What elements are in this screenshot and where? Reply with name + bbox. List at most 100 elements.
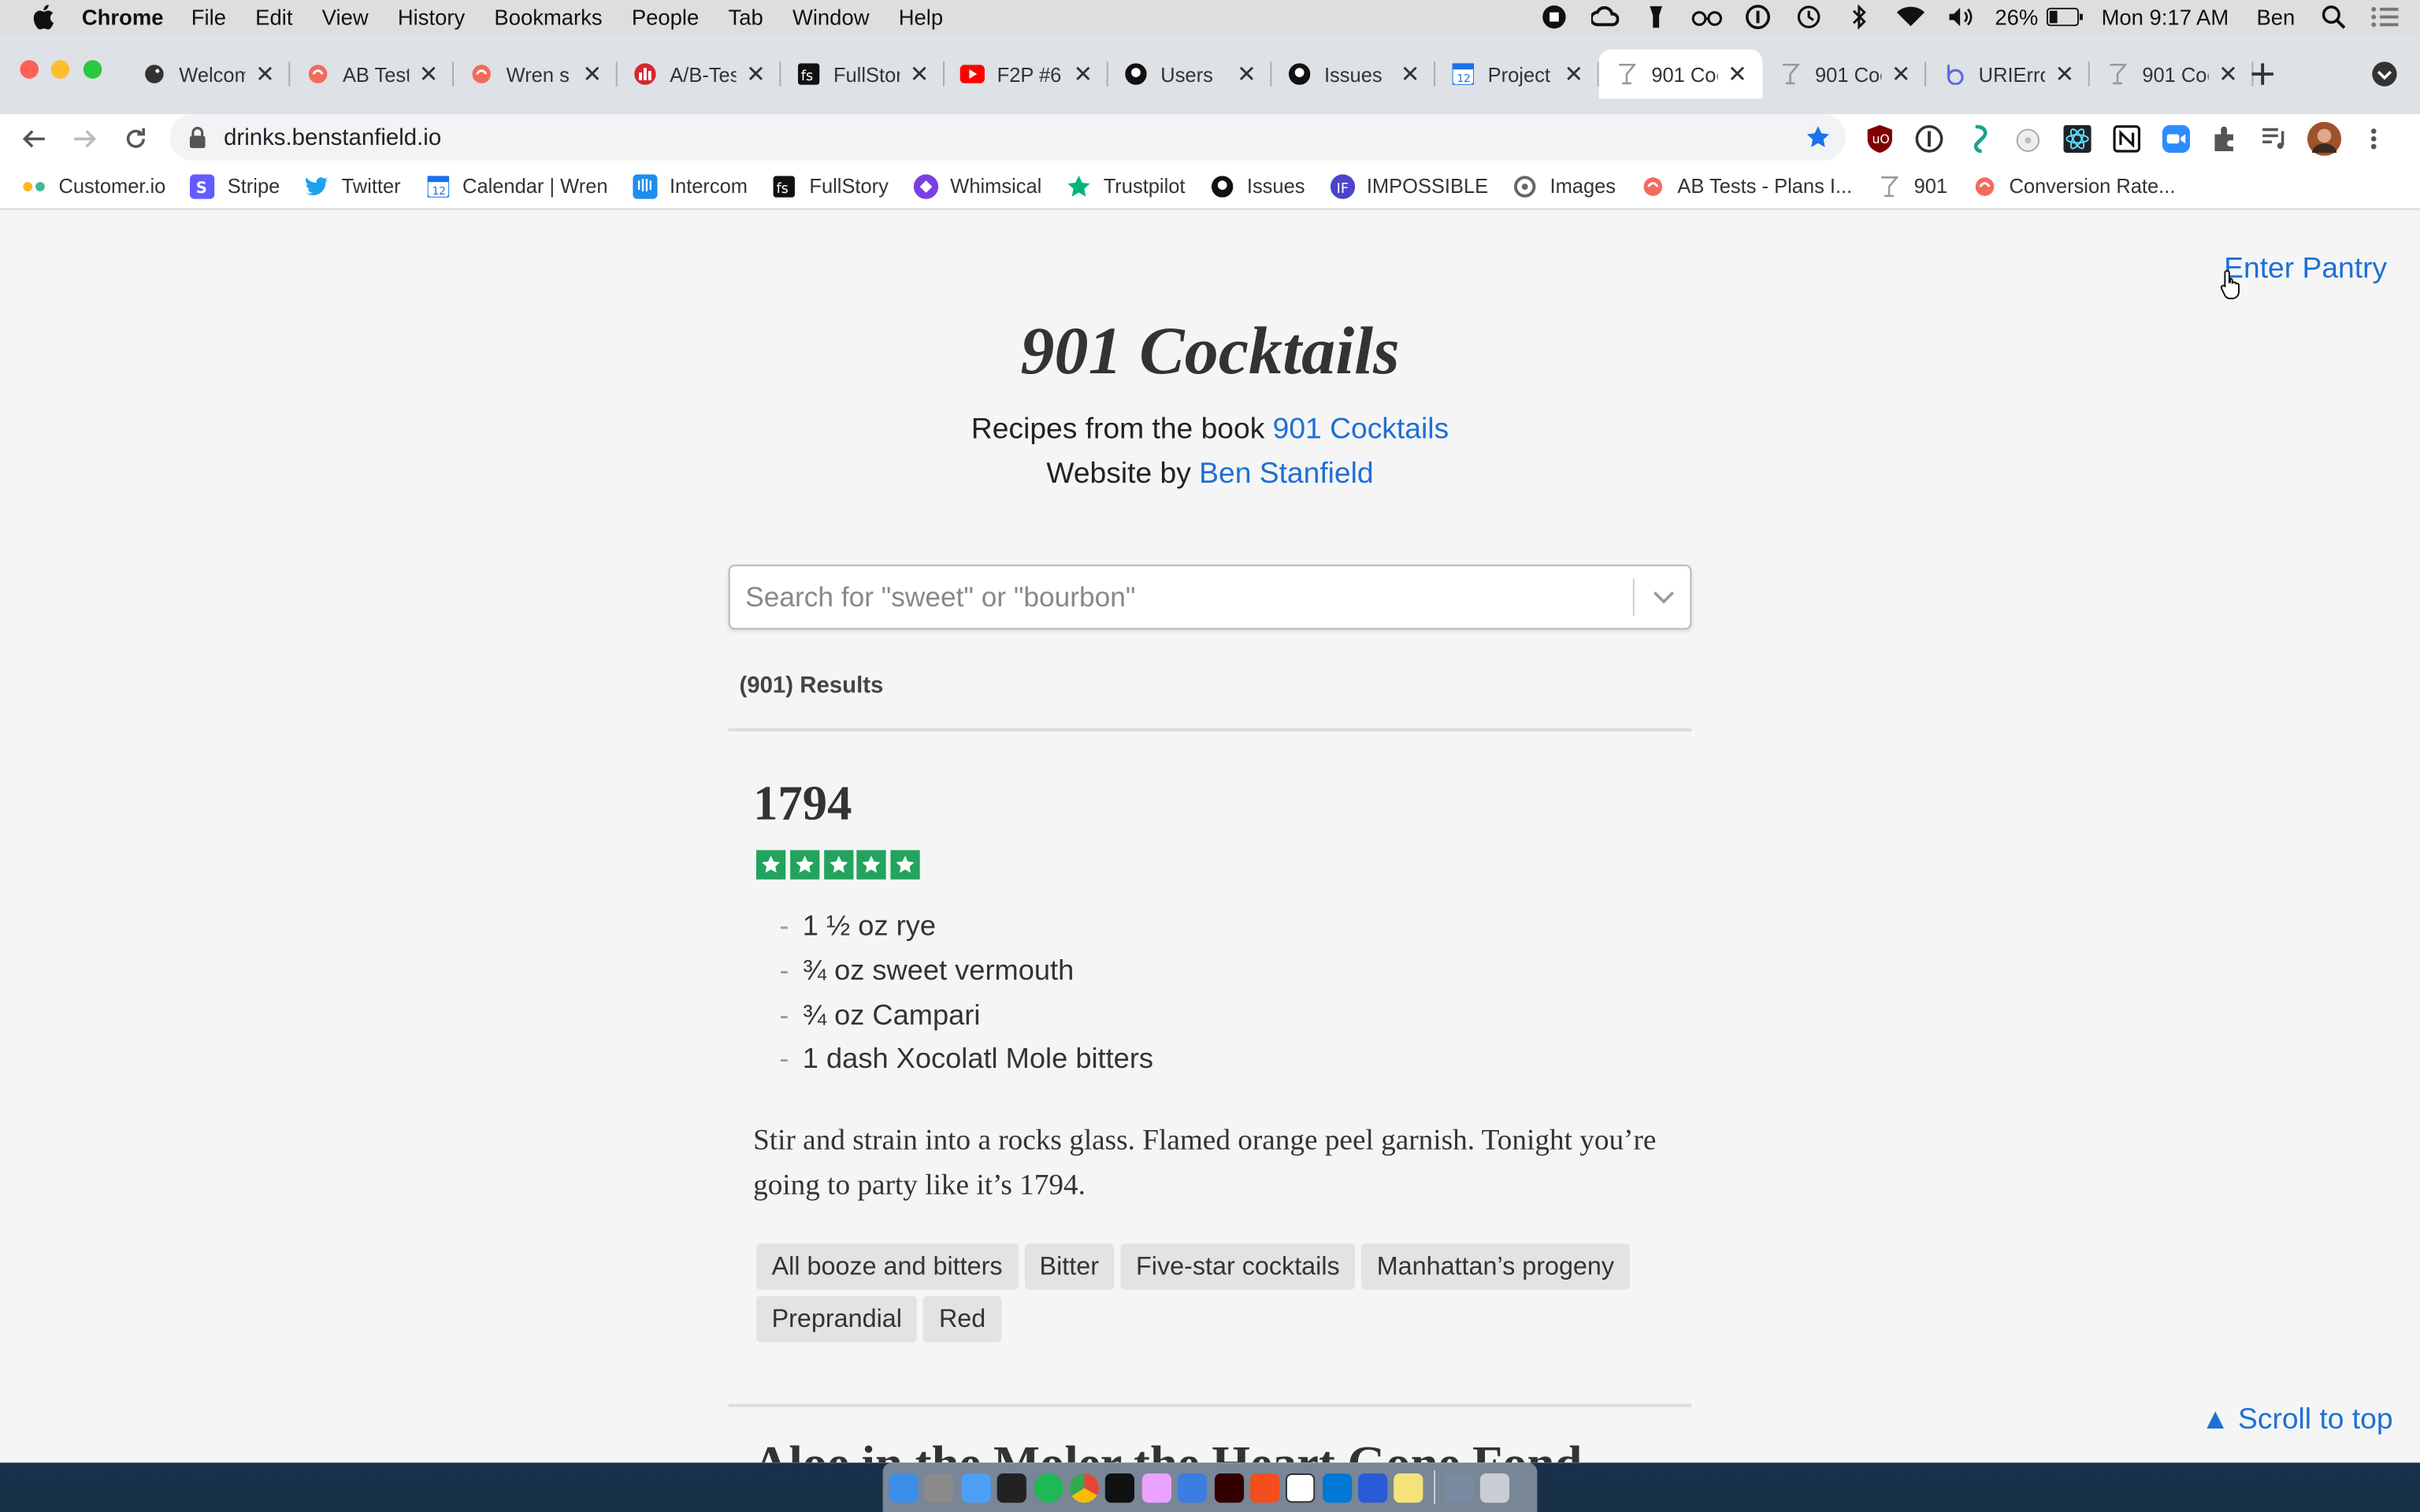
minimize-window-button[interactable] [50, 60, 70, 79]
notion-icon[interactable] [1286, 1473, 1316, 1503]
tag-red[interactable]: Red [923, 1295, 1001, 1343]
notes-icon[interactable] [1394, 1473, 1424, 1503]
close-window-button[interactable] [20, 60, 39, 79]
next-cocktail-name[interactable]: Aloe in the Moler the Heart Gone Fond [753, 1435, 1582, 1462]
menu-view[interactable]: View [322, 5, 369, 29]
book-link[interactable]: 901 Cocktails [1273, 413, 1449, 446]
tab-github-issues[interactable]: Issues ✕ [1271, 50, 1436, 99]
bluetooth-icon[interactable] [1842, 4, 1876, 30]
react-devtools-icon[interactable] [2059, 120, 2096, 158]
apple-icon[interactable] [29, 4, 57, 30]
lock-icon[interactable] [188, 127, 210, 149]
bookmark-issues[interactable]: Issues [1210, 173, 1305, 198]
flashlight-icon[interactable] [1639, 5, 1672, 29]
trash-icon[interactable] [1480, 1473, 1510, 1503]
chrome-menu-icon[interactable] [2355, 120, 2392, 158]
bookmark-images[interactable]: Images [1512, 173, 1616, 198]
downloads-stack-icon[interactable] [1444, 1473, 1474, 1503]
vscode-icon[interactable] [1322, 1473, 1352, 1503]
close-tab-icon[interactable]: ✕ [1401, 60, 1420, 87]
volume-icon[interactable] [1944, 5, 1978, 29]
bookmark-fullstory[interactable]: fs FullStory [772, 173, 889, 198]
tab-ab-tests-chart[interactable]: A/B-Tests ✕ [618, 50, 781, 99]
bookmark-trustpilot[interactable]: Trustpilot [1067, 173, 1186, 198]
tab-search-icon[interactable] [2369, 58, 2400, 89]
notion-extension-icon[interactable] [2108, 120, 2145, 158]
tag-preprandial[interactable]: Preprandial [756, 1295, 918, 1343]
close-tab-icon[interactable]: ✕ [1073, 60, 1093, 87]
creative-cloud-icon[interactable] [1587, 5, 1621, 29]
menu-bookmarks[interactable]: Bookmarks [494, 5, 602, 29]
tab-youtube[interactable]: F2P #6 ✕ [945, 50, 1108, 99]
finder-icon[interactable] [889, 1473, 919, 1503]
media-controls-icon[interactable] [2256, 120, 2293, 158]
ublock-icon[interactable]: uO [1861, 120, 1899, 158]
stopwatch-extension-icon[interactable] [2010, 120, 2047, 158]
onepassword-icon[interactable] [1910, 120, 1947, 158]
tab-welcome[interactable]: Welcome ✕ [127, 50, 291, 99]
bookmark-conversion-rate[interactable]: Conversion Rate... [1972, 173, 2175, 198]
menu-file[interactable]: File [191, 5, 226, 29]
close-tab-icon[interactable]: ✕ [2218, 60, 2238, 87]
menu-history[interactable]: History [398, 5, 465, 29]
cube-app-icon[interactable] [997, 1473, 1027, 1503]
back-arrow-icon[interactable] [16, 120, 53, 158]
tab-901-cocktails-2[interactable]: 901 Cocktails ✕ [1762, 50, 1927, 99]
spotlight-search-icon[interactable] [2317, 5, 2351, 29]
close-tab-icon[interactable]: ✕ [419, 60, 439, 87]
author-link[interactable]: Ben Stanfield [1199, 458, 1373, 491]
illustrator-icon[interactable] [1213, 1473, 1244, 1503]
zoom-window-button[interactable] [83, 60, 102, 79]
menu-help[interactable]: Help [899, 5, 943, 29]
forward-arrow-icon[interactable] [66, 120, 103, 158]
tab-901-cocktails-3[interactable]: 901 Cocktails ✕ [2090, 50, 2254, 99]
menu-edit[interactable]: Edit [255, 5, 292, 29]
chevron-down-icon[interactable] [1650, 584, 1677, 611]
bookmark-ab-tests-plans[interactable]: AB Tests - Plans I... [1640, 173, 1852, 198]
glasses-icon[interactable] [1689, 5, 1723, 29]
bookmark-customer-io[interactable]: Customer.io [21, 173, 165, 198]
tab-fullstory[interactable]: fs FullStory ✕ [781, 50, 945, 99]
bookmark-twitter[interactable]: Twitter [305, 173, 401, 198]
figma-icon[interactable] [1249, 1473, 1279, 1503]
wifi-icon[interactable] [1893, 5, 1927, 29]
close-tab-icon[interactable]: ✕ [2055, 60, 2075, 87]
bookmark-stripe[interactable]: S Stripe [190, 173, 280, 198]
terminal-icon[interactable] [1105, 1473, 1135, 1503]
safari-icon[interactable] [1358, 1473, 1388, 1503]
slack-icon[interactable] [1141, 1473, 1171, 1503]
close-tab-icon[interactable]: ✕ [255, 60, 275, 87]
extensions-puzzle-icon[interactable] [2207, 120, 2244, 158]
profile-avatar[interactable] [2306, 120, 2343, 158]
menu-clock[interactable]: Mon 9:17 AM [2102, 5, 2229, 29]
close-tab-icon[interactable]: ✕ [1891, 60, 1911, 87]
menu-user[interactable]: Ben [2256, 5, 2295, 29]
menu-window[interactable]: Window [792, 5, 870, 29]
spotify-icon[interactable] [1033, 1473, 1063, 1503]
time-machine-icon[interactable] [1791, 5, 1825, 29]
chrome-icon[interactable] [1069, 1473, 1099, 1503]
menu-app-name[interactable]: Chrome [82, 5, 164, 29]
close-tab-icon[interactable]: ✕ [582, 60, 602, 87]
close-tab-icon[interactable]: ✕ [910, 60, 930, 87]
zoom-extension-icon[interactable] [2158, 120, 2195, 158]
menu-people[interactable]: People [632, 5, 699, 29]
bookmark-star-icon[interactable] [1806, 125, 1830, 150]
tab-ab-tests[interactable]: AB Tests ✕ [290, 50, 455, 99]
menu-tab[interactable]: Tab [728, 5, 763, 29]
system-preferences-icon[interactable] [925, 1473, 955, 1503]
tag-five-star-cocktails[interactable]: Five-star cocktails [1120, 1243, 1356, 1290]
bookmark-whimsical[interactable]: Whimsical [913, 173, 1041, 198]
bookmark-intercom[interactable]: Intercom [632, 173, 748, 198]
close-tab-icon[interactable]: ✕ [1564, 60, 1583, 87]
scroll-to-top-link[interactable]: ▲ Scroll to top [2201, 1404, 2393, 1438]
close-tab-icon[interactable]: ✕ [746, 60, 766, 87]
seahorse-extension-icon[interactable] [1960, 120, 1997, 158]
tab-github-users[interactable]: Users ✕ [1108, 50, 1272, 99]
bookmark-impossible[interactable]: IF IMPOSSIBLE [1329, 173, 1488, 198]
notification-center-icon[interactable] [2367, 5, 2401, 29]
tab-urierror[interactable]: URIError ✕ [1926, 50, 2090, 99]
cocktail-name[interactable]: 1794 [753, 775, 852, 832]
close-tab-icon[interactable]: ✕ [1728, 60, 1747, 87]
tab-wren[interactable]: Wren s ✕ [454, 50, 618, 99]
